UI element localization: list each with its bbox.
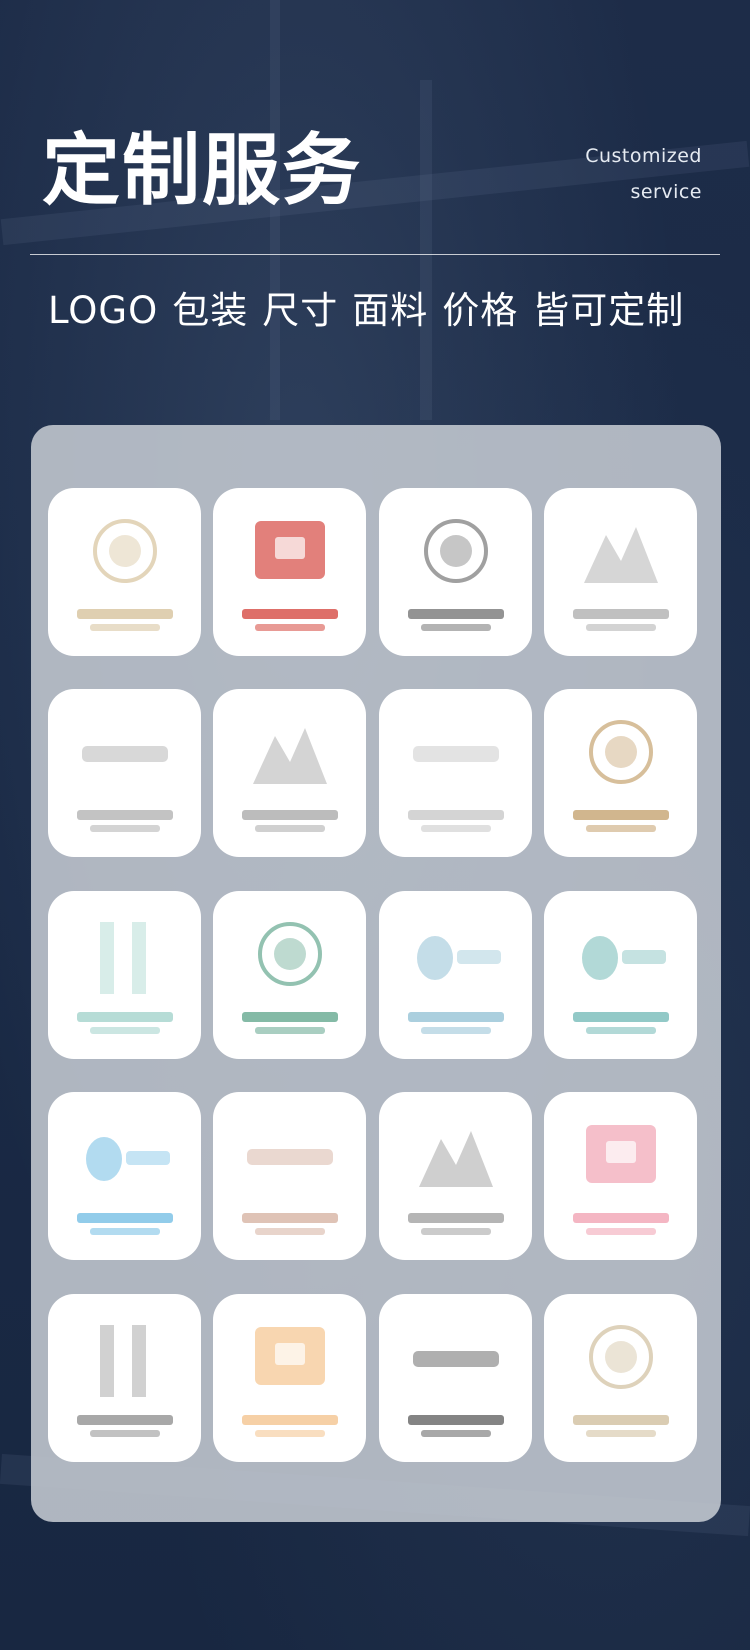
page-title: 定制服务 [42, 126, 363, 216]
logo-tile-18 [213, 1294, 366, 1462]
logo-wordmark-sub [585, 1430, 656, 1437]
pink-square-emblem-icon [566, 1117, 676, 1207]
page-subtitle: Customized service [585, 138, 702, 210]
building-skyline-icon [401, 1117, 511, 1207]
tagline-item: 皆可定制 [532, 289, 685, 332]
logo-tile-19 [379, 1294, 532, 1462]
logo-wordmark [407, 609, 504, 619]
logo-wordmark [76, 810, 173, 820]
logo-wordmark [241, 1012, 338, 1022]
tagline: LOGO 包装 尺寸 面料 价格 皆可定制 [48, 280, 684, 334]
tagline-item: 面料 [352, 289, 429, 332]
logo-wordmark-sub [420, 624, 491, 631]
logo-wordmark [76, 609, 173, 619]
logo-tile-7 [379, 689, 532, 857]
tagline-item: 价格 [442, 289, 519, 332]
logo-tile-9 [48, 891, 201, 1059]
thin-wordmark-icon [401, 714, 511, 804]
background-beam [420, 80, 432, 420]
tagline-item: 尺寸 [262, 289, 339, 332]
logo-wordmark-sub [420, 825, 491, 832]
logo-wordmark-sub [585, 1027, 656, 1034]
logo-wordmark [76, 1213, 173, 1223]
logo-wordmark [407, 1012, 504, 1022]
logo-wordmark [572, 810, 669, 820]
logo-tile-16 [544, 1092, 697, 1260]
gold-monogram-circle-icon [566, 1319, 676, 1409]
red-gift-emblem-icon [235, 513, 345, 603]
mountain-script-icon [566, 513, 676, 603]
logo-wordmark [76, 1012, 173, 1022]
subtitle-line-2: service [630, 181, 702, 203]
logo-wordmark [572, 609, 669, 619]
logo-tile-15 [379, 1092, 532, 1260]
logo-tile-17 [48, 1294, 201, 1462]
logo-wordmark-sub [89, 1228, 160, 1235]
green-tree-circle-icon [235, 916, 345, 1006]
tagline-item: LOGO [48, 289, 159, 332]
subtitle-line-1: Customized [585, 145, 702, 167]
logo-tile-3 [379, 488, 532, 656]
logo-wordmark-sub [420, 1430, 491, 1437]
gray-circle-emblem-icon [401, 513, 511, 603]
logo-wordmark-sub [254, 1228, 325, 1235]
logo-wordmark-sub [254, 624, 325, 631]
logo-tile-14 [213, 1092, 366, 1260]
logo-panel [31, 425, 721, 1522]
logo-wordmark-sub [254, 1430, 325, 1437]
logo-wordmark [407, 1213, 504, 1223]
logo-tile-6 [213, 689, 366, 857]
logo-tile-1 [48, 488, 201, 656]
logo-wordmark [76, 1415, 173, 1425]
logo-tile-12 [544, 891, 697, 1059]
logo-wordmark [241, 810, 338, 820]
logo-tile-8 [544, 689, 697, 857]
page: 定制服务 Customized service LOGO 包装 尺寸 面料 价格 皆可定制 [0, 0, 750, 1650]
crest-emblem-icon [70, 513, 180, 603]
blue-drop-wordmark-icon [70, 1117, 180, 1207]
logo-wordmark-sub [254, 825, 325, 832]
logo-tile-10 [213, 891, 366, 1059]
blue-swirl-wordmark-icon [401, 916, 511, 1006]
teal-wave-hotel-icon [566, 916, 676, 1006]
logo-tile-13 [48, 1092, 201, 1260]
orange-banner-emblem-icon [235, 1319, 345, 1409]
logo-wordmark [241, 1415, 338, 1425]
header-divider [30, 254, 720, 255]
logo-tile-20 [544, 1294, 697, 1462]
logo-wordmark-sub [254, 1027, 325, 1034]
logo-tile-4 [544, 488, 697, 656]
logo-wordmark [572, 1213, 669, 1223]
logo-wordmark-sub [89, 624, 160, 631]
logo-wordmark-sub [420, 1228, 491, 1235]
logo-wordmark [407, 1415, 504, 1425]
vertical-calligraphy-icon [70, 1319, 180, 1409]
logo-wordmark-sub [89, 825, 160, 832]
mountain-wordmark-icon [235, 714, 345, 804]
logo-wordmark-sub [585, 825, 656, 832]
logo-wordmark [241, 1213, 338, 1223]
tagline-item: 包装 [172, 289, 249, 332]
logo-wordmark [241, 609, 338, 619]
logo-wordmark-sub [89, 1027, 160, 1034]
logo-wordmark [407, 810, 504, 820]
logo-wordmark-sub [585, 624, 656, 631]
logo-wordmark-sub [585, 1228, 656, 1235]
rose-flower-wordmark-icon [235, 1117, 345, 1207]
dark-wordmark-icon [401, 1319, 511, 1409]
gold-circle-wordmark-icon [566, 714, 676, 804]
teal-vertical-script-icon [70, 916, 180, 1006]
logo-wordmark-sub [420, 1027, 491, 1034]
logo-wordmark [572, 1012, 669, 1022]
logo-wordmark [572, 1415, 669, 1425]
courtyard-text-icon [70, 714, 180, 804]
logo-wordmark-sub [89, 1430, 160, 1437]
logo-tile-2 [213, 488, 366, 656]
logo-tile-11 [379, 891, 532, 1059]
logo-tile-5 [48, 689, 201, 857]
